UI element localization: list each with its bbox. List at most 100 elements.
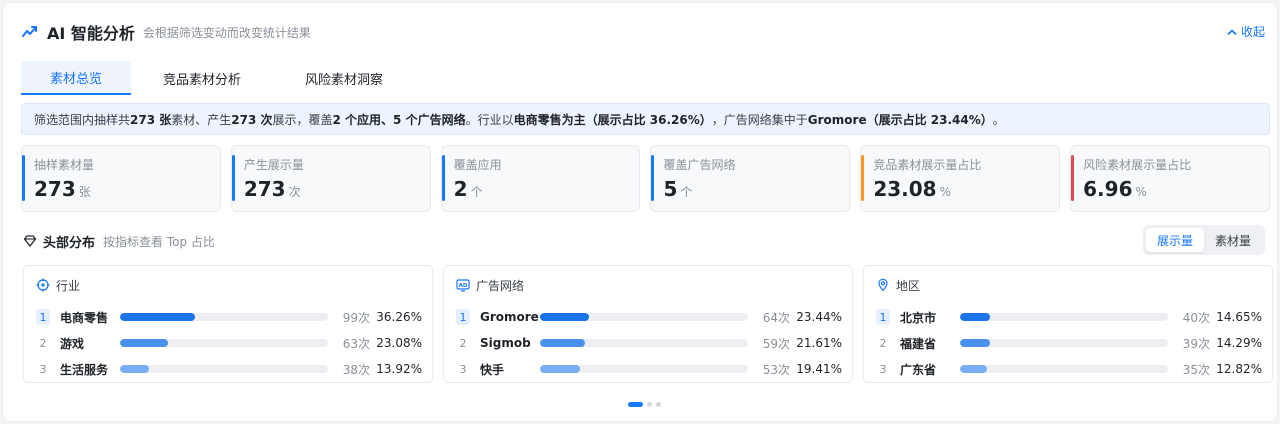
item-percent: 14.65% xyxy=(1216,310,1262,324)
rank-badge: 3 xyxy=(459,362,467,376)
item-name: 广东省 xyxy=(900,362,937,377)
progress-track xyxy=(120,365,328,373)
item-name: 福建省 xyxy=(900,336,937,351)
rank-badge: 1 xyxy=(456,309,470,325)
section-subtitle: 按指标查看 Top 占比 xyxy=(103,234,215,249)
metric-unit: 个 xyxy=(470,185,483,199)
progress-fill xyxy=(540,339,585,347)
item-percent: 21.61% xyxy=(796,336,842,350)
diamond-icon xyxy=(23,235,37,247)
metric-unit: % xyxy=(1135,185,1147,199)
list-item: 2 福建省 39次 14.29% xyxy=(876,330,1263,356)
metric-value: 23.08 xyxy=(873,177,937,201)
collapse-label: 收起 xyxy=(1240,25,1265,39)
progress-track xyxy=(540,313,748,321)
metric-cards: 抽样素材量 273 张 产生展示量 273 次 覆盖应用 2个 覆盖广告网络 5个 … xyxy=(21,145,1270,212)
page-title: AI 智能分析 xyxy=(47,24,135,43)
tab-risk-insight[interactable]: 风险素材洞察 xyxy=(273,61,415,95)
item-name: 北京市 xyxy=(900,310,937,325)
item-percent: 12.82% xyxy=(1216,362,1262,376)
metric-card-sample-count: 抽样素材量 273 张 xyxy=(21,145,221,212)
card-title: 广告网络 xyxy=(476,278,525,293)
rank-badge: 3 xyxy=(879,362,887,376)
toggle-impressions[interactable]: 展示量 xyxy=(1146,228,1204,252)
list-item: 1 Gromore 64次 23.44% xyxy=(456,304,842,330)
metric-label: 覆盖广告网络 xyxy=(663,158,736,172)
metric-value: 6.96 xyxy=(1083,177,1133,201)
item-name: Gromore xyxy=(480,310,539,324)
target-icon xyxy=(36,278,50,292)
list-item: 2 游戏 63次 23.08% xyxy=(36,330,423,356)
rank-badge: 1 xyxy=(36,309,50,325)
metric-card-ad-networks: 覆盖广告网络 5个 xyxy=(650,145,851,212)
metric-value: 2 xyxy=(453,177,468,201)
item-count: 63次 xyxy=(342,336,370,351)
collapse-button[interactable]: 收起 xyxy=(1227,23,1265,40)
tab-overview[interactable]: 素材总览 xyxy=(21,61,131,95)
progress-fill xyxy=(120,313,196,321)
rank-badge: 1 xyxy=(876,309,890,325)
summary-text: 素材、产生 xyxy=(171,112,232,127)
list-item: 3 广东省 35次 12.82% xyxy=(876,356,1263,382)
summary-highlight: 电商零售为主（展示占比 36.26%） xyxy=(513,112,712,127)
metric-card-risk-share: 风险素材展示量占比 6.96% xyxy=(1070,145,1270,212)
chevron-up-icon xyxy=(1227,29,1237,35)
metric-accent-bar xyxy=(861,155,865,201)
metric-unit: 个 xyxy=(680,185,693,199)
trend-chart-icon xyxy=(22,26,37,37)
metric-card-competitor-share: 竞品素材展示量占比 23.08% xyxy=(860,145,1061,212)
section-title: 头部分布 xyxy=(43,235,96,251)
rank-badge: 3 xyxy=(39,362,47,376)
list-item: 1 北京市 40次 14.65% xyxy=(876,304,1262,330)
card-title: 行业 xyxy=(56,278,81,293)
distribution-cards: 行业 1 电商零售 99次 36.26% 2 游戏 63次 23.08% 3 生… xyxy=(23,265,1273,383)
metric-label: 覆盖应用 xyxy=(453,158,502,172)
rank-badge: 2 xyxy=(459,336,467,350)
pagination-dot[interactable] xyxy=(656,402,661,407)
summary-text: 。行业以 xyxy=(465,112,514,127)
metric-card-impressions: 产生展示量 273 次 xyxy=(230,145,431,212)
toggle-materials[interactable]: 素材量 xyxy=(1204,228,1262,252)
distribution-heading: 头部分布 按指标查看 Top 占比 xyxy=(23,231,215,251)
progress-track xyxy=(540,339,748,347)
item-percent: 14.29% xyxy=(1216,336,1262,350)
metric-value: 273 xyxy=(34,177,76,201)
panel-header: AI 智能分析 会根据筛选变动而改变统计结果 xyxy=(21,21,311,43)
distribution-card-ad-network: AD 广告网络 1 Gromore 64次 23.44% 2 Sigmob 59… xyxy=(443,265,853,383)
progress-track xyxy=(960,339,1168,347)
metric-accent-bar xyxy=(22,155,25,201)
carousel-pagination xyxy=(628,402,661,407)
item-percent: 36.26% xyxy=(376,310,422,324)
summary-text: 展示，覆盖 xyxy=(272,112,333,127)
metric-accent-bar xyxy=(231,155,235,201)
summary-highlight: 273 张 xyxy=(130,112,172,127)
list-item: 2 Sigmob 59次 21.61% xyxy=(456,330,843,356)
pagination-dot[interactable] xyxy=(647,402,652,407)
metric-accent-bar xyxy=(1071,155,1075,201)
item-count: 35次 xyxy=(1182,362,1210,377)
list-item: 1 电商零售 99次 36.26% xyxy=(36,304,422,330)
item-count: 39次 xyxy=(1182,336,1210,351)
item-percent: 13.92% xyxy=(376,362,422,376)
summary-banner: 筛选范围内抽样共 273 张素材、产生 273 次展示，覆盖 2 个应用、5 个… xyxy=(21,103,1270,135)
location-icon xyxy=(878,278,888,292)
tab-competitor-analysis[interactable]: 竞品素材分析 xyxy=(131,61,273,95)
card-title: 地区 xyxy=(896,278,921,293)
progress-fill xyxy=(120,365,149,373)
ad-icon: AD xyxy=(456,279,470,292)
distribution-card-region: 地区 1 北京市 40次 14.65% 2 福建省 39次 14.29% 3 广… xyxy=(863,265,1273,383)
summary-text: 。 xyxy=(992,112,1005,127)
tab-bar: 素材总览 竞品素材分析 风险素材洞察 xyxy=(21,61,415,95)
summary-text: 筛选范围内抽样共 xyxy=(34,112,131,127)
item-name: 快手 xyxy=(480,362,505,377)
progress-track xyxy=(540,365,748,373)
item-name: 电商零售 xyxy=(60,310,109,325)
item-count: 99次 xyxy=(342,310,370,325)
summary-text: ，广告网络集中于 xyxy=(711,112,808,127)
item-count: 38次 xyxy=(342,362,370,377)
item-count: 53次 xyxy=(762,362,790,377)
metric-label: 竞品素材展示量占比 xyxy=(873,158,982,172)
progress-track xyxy=(960,365,1168,373)
item-percent: 19.41% xyxy=(796,362,842,376)
pagination-dot[interactable] xyxy=(628,402,643,407)
